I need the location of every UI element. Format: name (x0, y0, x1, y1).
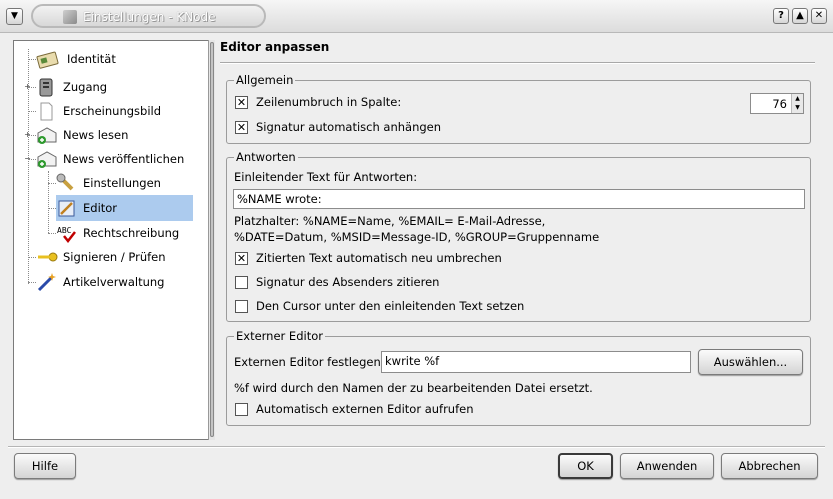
collapse-news-post-icon[interactable]: − (24, 155, 31, 163)
window-menu-button[interactable]: ▼ (6, 8, 23, 25)
cancel-button[interactable]: Abbrechen (721, 453, 818, 479)
window-title: Einstellungen - KNode (83, 10, 216, 24)
quote-sig-label: Signatur des Absenders zitieren (256, 275, 440, 289)
app-icon (63, 10, 77, 24)
append-sig-label: Signatur automatisch anhängen (256, 120, 442, 134)
placeholder-hint-line1: Platzhalter: %NAME=Name, %EMAIL= E-Mail-… (234, 214, 546, 228)
tree-item-erscheinungsbild[interactable]: Erscheinungsbild (36, 99, 196, 123)
tree-label: News veröffentlichen (63, 152, 185, 166)
rewrap-row[interactable]: ✕ Zitierten Text automatisch neu umbrech… (235, 251, 502, 265)
tree-label: Artikelverwaltung (63, 275, 165, 289)
shade-button[interactable]: ▲ (792, 8, 808, 24)
tree-item-artikelverwaltung[interactable]: Artikelverwaltung (36, 270, 196, 294)
close-button[interactable]: ✕ (811, 8, 827, 24)
tree-item-identitaet[interactable]: Identität (36, 47, 196, 71)
tree-item-news-lesen[interactable]: News lesen (36, 123, 196, 147)
ok-button[interactable]: OK (558, 453, 613, 479)
spin-arrows-icon[interactable]: ▲ ▼ (791, 94, 803, 113)
tree-item-einstellungen[interactable]: Einstellungen (56, 171, 196, 195)
tree-item-editor[interactable]: Editor (56, 195, 193, 221)
tree-label: Erscheinungsbild (63, 104, 162, 118)
news-post-icon (36, 149, 58, 169)
spellcheck-icon: ABC (56, 223, 78, 244)
group-general: Allgemein (226, 73, 811, 144)
settings-tools-icon (56, 173, 78, 193)
auto-start-label: Automatisch externen Editor aufrufen (256, 402, 474, 416)
rewrap-checkbox[interactable]: ✕ (235, 251, 248, 265)
tree-item-zugang[interactable]: Zugang (36, 75, 196, 99)
tree-item-rechtschreibung[interactable]: ABC Rechtschreibung (56, 221, 206, 245)
identity-card-icon (36, 49, 59, 69)
tree-label: Signieren / Prüfen (63, 250, 166, 264)
tree-item-signieren[interactable]: Signieren / Prüfen (36, 245, 196, 269)
title-divider (220, 62, 815, 64)
apply-button[interactable]: Anwenden (620, 453, 714, 479)
rewrap-label: Zitierten Text automatisch neu umbrechen (256, 251, 502, 265)
help-button[interactable]: Hilfe (14, 453, 76, 479)
group-general-legend: Allgemein (234, 73, 296, 87)
tree-scrollbar[interactable] (208, 40, 215, 440)
cursor-checkbox[interactable] (235, 299, 248, 313)
tree-label: Rechtschreibung (83, 226, 180, 240)
quote-sig-checkbox[interactable] (235, 275, 248, 289)
auto-start-checkbox[interactable] (235, 402, 248, 416)
cursor-label: Den Cursor unter den einleitenden Text s… (256, 299, 525, 313)
placeholder-hint-line2: %DATE=Datum, %MSID=Message-ID, %GROUP=Gr… (234, 230, 600, 244)
intro-text-input[interactable]: %NAME wrote: (233, 189, 805, 209)
intro-label: Einleitender Text für Antworten: (234, 170, 418, 184)
choose-editor-button[interactable]: Auswählen... (698, 349, 803, 375)
expand-zugang-icon[interactable]: + (24, 83, 31, 91)
server-icon (36, 77, 58, 97)
external-editor-label: Externen Editor festlegen: (234, 355, 385, 369)
wrap-label: Zeilenumbruch in Spalte: (256, 95, 402, 109)
wrap-checkbox[interactable]: ✕ (235, 95, 248, 109)
wand-icon (36, 272, 58, 292)
cursor-row[interactable]: Den Cursor unter den einleitenden Text s… (235, 299, 524, 313)
key-icon (36, 247, 58, 267)
title-bar: ▼ Einstellungen - KNode ? ▲ ✕ (0, 0, 833, 33)
append-sig-row[interactable]: ✕ Signatur automatisch anhängen (235, 120, 441, 134)
tree-label: Einstellungen (83, 176, 161, 190)
help-title-button[interactable]: ? (773, 8, 789, 24)
editor-icon (56, 198, 78, 218)
settings-tree: + + − Identität Zugang Erscheinungsbild … (13, 40, 208, 440)
auto-start-row[interactable]: Automatisch externen Editor aufrufen (235, 402, 474, 416)
tree-label: Zugang (63, 80, 108, 94)
tree-label: Editor (83, 201, 118, 215)
tree-label: Identität (67, 52, 116, 66)
news-read-icon (36, 125, 58, 145)
wrap-column-value[interactable]: 76 (772, 97, 787, 111)
page-title: Editor anpassen (220, 40, 330, 54)
append-sig-checkbox[interactable]: ✕ (235, 120, 248, 134)
title-tab[interactable]: Einstellungen - KNode (31, 4, 266, 28)
tree-label: News lesen (63, 128, 129, 142)
document-icon (36, 101, 58, 121)
wrap-column-spinbox[interactable]: 76 ▲ ▼ (750, 93, 804, 114)
external-editor-input[interactable]: kwrite %f (381, 351, 691, 373)
tree-item-news-veroeffentlichen[interactable]: News veröffentlichen (36, 147, 206, 171)
footer-divider (8, 446, 825, 448)
group-external-legend: Externer Editor (234, 329, 325, 343)
expand-news-lesen-icon[interactable]: + (24, 131, 31, 139)
svg-text:ABC: ABC (57, 226, 72, 235)
external-editor-hint: %f wird durch den Namen der zu bearbeite… (234, 381, 593, 395)
quote-sig-row[interactable]: Signatur des Absenders zitieren (235, 275, 439, 289)
wrap-checkbox-row[interactable]: ✕ Zeilenumbruch in Spalte: (235, 95, 401, 109)
group-reply-legend: Antworten (234, 150, 298, 164)
